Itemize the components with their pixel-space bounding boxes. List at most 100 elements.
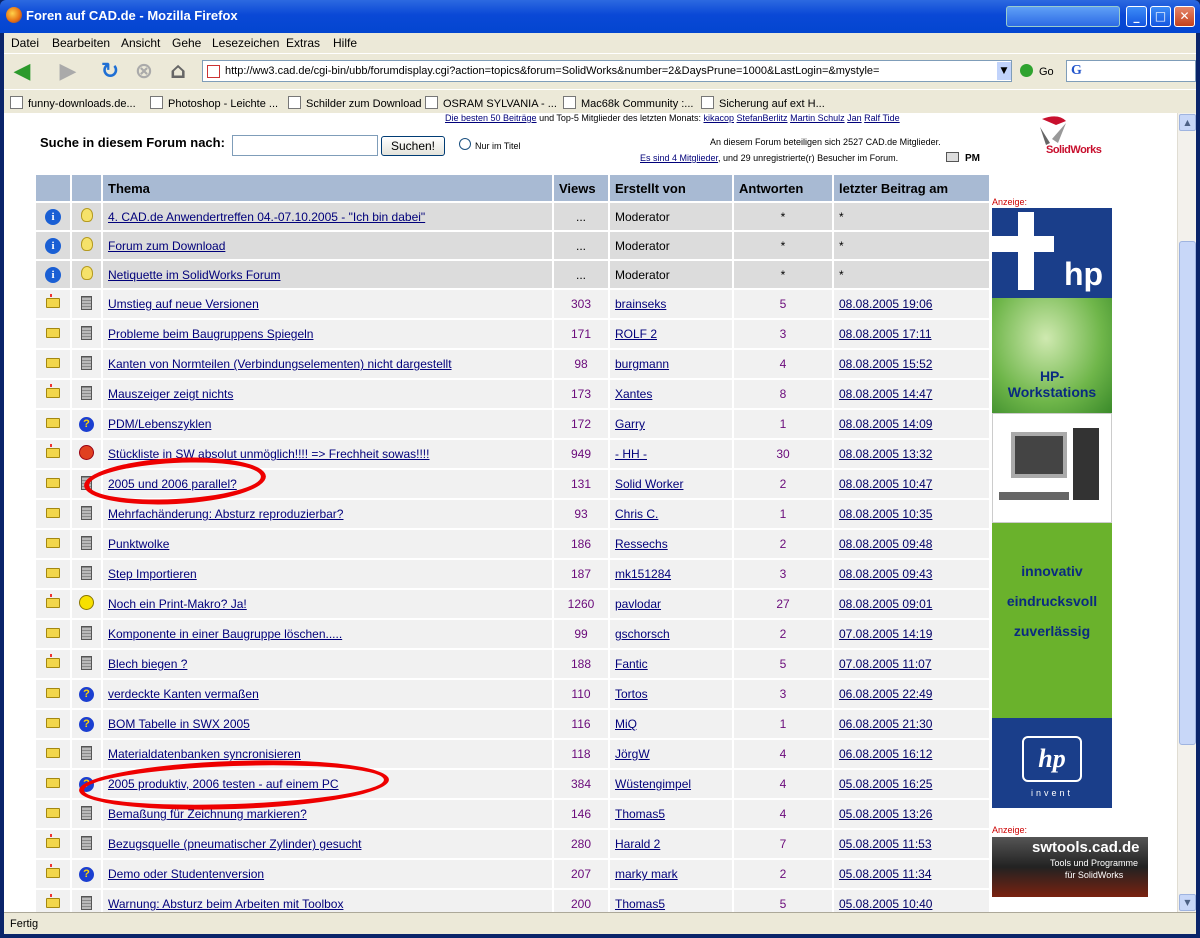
last-post-link[interactable]: 08.08.2005 15:52 bbox=[839, 357, 932, 371]
pm-link[interactable]: PM bbox=[946, 152, 980, 164]
url-dropdown-button[interactable]: ▼ bbox=[997, 62, 1011, 80]
author-link[interactable]: Wüstengimpel bbox=[615, 777, 691, 791]
last-post-link[interactable]: 06.08.2005 16:12 bbox=[839, 747, 932, 761]
author-link[interactable]: Thomas5 bbox=[615, 807, 665, 821]
topic-link[interactable]: Mauszeiger zeigt nichts bbox=[108, 387, 233, 401]
home-button[interactable]: ⌂ bbox=[164, 58, 192, 86]
last-post-link[interactable]: 06.08.2005 22:49 bbox=[839, 687, 932, 701]
author-link[interactable]: JörgW bbox=[615, 747, 650, 761]
last-post-link[interactable]: 05.08.2005 11:53 bbox=[839, 837, 932, 851]
search-button[interactable]: Suchen! bbox=[381, 136, 445, 156]
topic-link[interactable]: Netiquette im SolidWorks Forum bbox=[108, 268, 281, 282]
last-post-link[interactable]: 05.08.2005 13:26 bbox=[839, 807, 932, 821]
author-link[interactable]: ROLF 2 bbox=[615, 327, 657, 341]
topic-link[interactable]: verdeckte Kanten vermaßen bbox=[108, 687, 259, 701]
scroll-thumb[interactable] bbox=[1179, 241, 1196, 745]
topic-link[interactable]: BOM Tabelle in SWX 2005 bbox=[108, 717, 250, 731]
last-post-link[interactable]: 08.08.2005 13:32 bbox=[839, 447, 932, 461]
last-post-link[interactable]: 08.08.2005 10:35 bbox=[839, 507, 932, 521]
url-bar[interactable]: http://ww3.cad.de/cgi-bin/ubb/forumdispl… bbox=[202, 60, 1012, 82]
author-link[interactable]: Fantic bbox=[615, 657, 648, 671]
last-post-link[interactable]: 08.08.2005 14:47 bbox=[839, 387, 932, 401]
author-link[interactable]: - HH - bbox=[615, 447, 647, 461]
author-link[interactable]: gschorsch bbox=[615, 627, 670, 641]
author-link[interactable]: pavlodar bbox=[615, 597, 661, 611]
menu-datei[interactable]: Datei bbox=[11, 36, 39, 50]
menu-bearbeiten[interactable]: Bearbeiten bbox=[52, 36, 110, 50]
reload-button[interactable]: ↻ bbox=[96, 58, 124, 86]
forward-button[interactable]: ▶ bbox=[54, 58, 82, 86]
member-link[interactable]: StefanBerlitz bbox=[737, 113, 788, 123]
author-link[interactable]: Harald 2 bbox=[615, 837, 660, 851]
topic-link[interactable]: Probleme beim Baugruppens Spiegeln bbox=[108, 327, 313, 341]
hp-advertisement[interactable]: hp HP- Workstations innovativ eindrucksv… bbox=[992, 208, 1112, 808]
bookmark-item[interactable]: Schilder zum Download bbox=[288, 96, 422, 110]
author-link[interactable]: Solid Worker bbox=[615, 477, 683, 491]
author-link[interactable]: marky mark bbox=[615, 867, 678, 881]
maximize-button[interactable]: □ bbox=[1150, 6, 1171, 27]
menu-lesezeichen[interactable]: Lesezeichen bbox=[212, 36, 279, 50]
member-link[interactable]: Ralf Tide bbox=[864, 113, 900, 123]
author-link[interactable]: Garry bbox=[615, 417, 645, 431]
author-link[interactable]: Thomas5 bbox=[615, 897, 665, 911]
topic-link[interactable]: Forum zum Download bbox=[108, 239, 225, 253]
last-post-link[interactable]: 07.08.2005 14:19 bbox=[839, 627, 932, 641]
swtools-advertisement[interactable]: swtools.cad.de Tools und Programme für S… bbox=[992, 837, 1148, 897]
author-link[interactable]: mk151284 bbox=[615, 567, 671, 581]
topic-link[interactable]: Warnung: Absturz beim Arbeiten mit Toolb… bbox=[108, 897, 343, 911]
menu-ansicht[interactable]: Ansicht bbox=[121, 36, 160, 50]
search-box[interactable]: G bbox=[1066, 60, 1196, 82]
bookmark-item[interactable]: funny-downloads.de... bbox=[10, 96, 136, 110]
menu-gehe[interactable]: Gehe bbox=[172, 36, 201, 50]
topic-link[interactable]: Bezugsquelle (pneumatischer Zylinder) ge… bbox=[108, 837, 361, 851]
last-post-link[interactable]: 08.08.2005 17:11 bbox=[839, 327, 932, 341]
last-post-link[interactable]: 05.08.2005 10:40 bbox=[839, 897, 932, 911]
scroll-down-icon[interactable]: ▼ bbox=[1179, 894, 1196, 911]
last-post-link[interactable]: 08.08.2005 14:09 bbox=[839, 417, 932, 431]
last-post-link[interactable]: 06.08.2005 21:30 bbox=[839, 717, 932, 731]
title-only-radio[interactable] bbox=[459, 138, 471, 150]
topic-link[interactable]: Umstieg auf neue Versionen bbox=[108, 297, 259, 311]
author-link[interactable]: brainseks bbox=[615, 297, 666, 311]
author-link[interactable]: Tortos bbox=[615, 687, 648, 701]
menu-hilfe[interactable]: Hilfe bbox=[333, 36, 357, 50]
topic-link[interactable]: Noch ein Print-Makro? Ja! bbox=[108, 597, 247, 611]
scroll-up-icon[interactable]: ▲ bbox=[1179, 114, 1196, 131]
topic-link[interactable]: Komponente in einer Baugruppe löschen...… bbox=[108, 627, 342, 641]
author-link[interactable]: Xantes bbox=[615, 387, 652, 401]
menu-extras[interactable]: Extras bbox=[286, 36, 320, 50]
last-post-link[interactable]: 07.08.2005 11:07 bbox=[839, 657, 932, 671]
bookmark-item[interactable]: Photoshop - Leichte ... bbox=[150, 96, 278, 110]
author-link[interactable]: Ressechs bbox=[615, 537, 668, 551]
topic-link[interactable]: Punktwolke bbox=[108, 537, 169, 551]
member-link[interactable]: Jan bbox=[847, 113, 862, 123]
minimize-button[interactable]: _ bbox=[1126, 6, 1147, 27]
last-post-link[interactable]: 08.08.2005 09:43 bbox=[839, 567, 932, 581]
topic-link[interactable]: 4. CAD.de Anwendertreffen 04.-07.10.2005… bbox=[108, 210, 425, 224]
best-posts-link[interactable]: Die besten 50 Beiträge bbox=[445, 113, 537, 123]
vertical-scrollbar[interactable]: ▲ ▼ bbox=[1177, 113, 1196, 912]
online-members-link[interactable]: Es sind 4 Mitglieder bbox=[640, 153, 718, 163]
last-post-link[interactable]: 05.08.2005 16:25 bbox=[839, 777, 932, 791]
author-link[interactable]: burgmann bbox=[615, 357, 669, 371]
member-link[interactable]: kikacop bbox=[704, 113, 735, 123]
topic-link[interactable]: PDM/Lebenszyklen bbox=[108, 417, 211, 431]
last-post-link[interactable]: 05.08.2005 11:34 bbox=[839, 867, 932, 881]
go-button[interactable]: Go bbox=[1020, 64, 1054, 78]
last-post-link[interactable]: 08.08.2005 09:48 bbox=[839, 537, 932, 551]
topic-link[interactable]: Blech biegen ? bbox=[108, 657, 187, 671]
topic-link[interactable]: Kanten von Normteilen (Verbindungselemen… bbox=[108, 357, 452, 371]
stop-button[interactable]: ⊗ bbox=[130, 58, 158, 86]
close-button[interactable]: ✕ bbox=[1174, 6, 1195, 27]
member-link[interactable]: Martin Schulz bbox=[790, 113, 845, 123]
bookmark-item[interactable]: OSRAM SYLVANIA - ... bbox=[425, 96, 557, 110]
topic-link[interactable]: Demo oder Studentenversion bbox=[108, 867, 264, 881]
back-button[interactable]: ◀ bbox=[8, 58, 36, 86]
topic-link[interactable]: Materialdatenbanken syncronisieren bbox=[108, 747, 301, 761]
author-link[interactable]: Chris C. bbox=[615, 507, 658, 521]
author-link[interactable]: MiQ bbox=[615, 717, 637, 731]
last-post-link[interactable]: 08.08.2005 09:01 bbox=[839, 597, 932, 611]
last-post-link[interactable]: 08.08.2005 19:06 bbox=[839, 297, 932, 311]
bookmark-item[interactable]: Sicherung auf ext H... bbox=[701, 96, 825, 110]
bookmark-item[interactable]: Mac68k Community :... bbox=[563, 96, 693, 110]
